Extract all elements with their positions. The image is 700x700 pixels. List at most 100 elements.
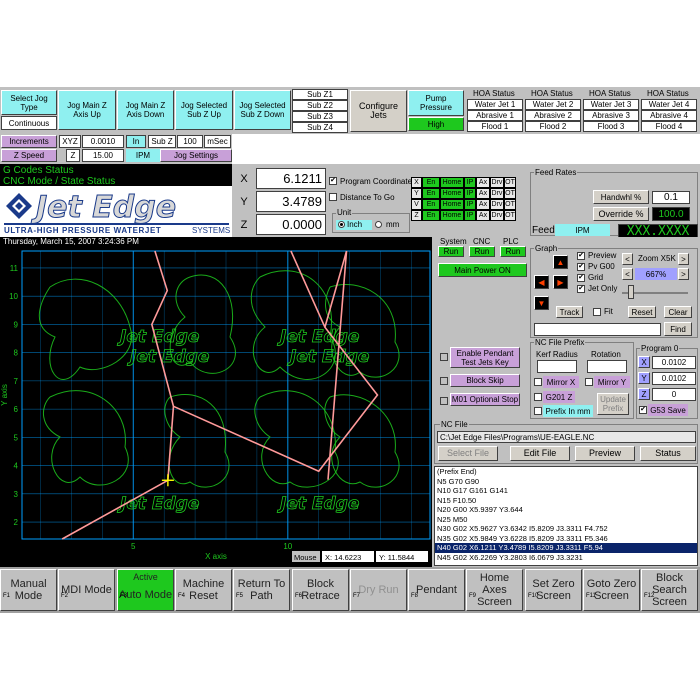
water-jet-button[interactable]: Water Jet 2 xyxy=(525,99,581,110)
program-coordinates-checkbox[interactable]: ✔ xyxy=(329,177,337,185)
rotation-input[interactable] xyxy=(587,360,627,373)
jog-up-arrow[interactable]: ▲ xyxy=(553,255,568,269)
distance-to-go-checkbox[interactable] xyxy=(329,193,337,201)
ipm-button[interactable]: IPM xyxy=(126,149,160,162)
flood-button[interactable]: Flood 4 xyxy=(641,121,697,132)
find-button[interactable]: Find xyxy=(664,322,692,336)
function-key[interactable]: F9 Home Axes Screen xyxy=(466,569,523,611)
enable-pendant-button[interactable]: Enable Pendant Test Jets Key xyxy=(450,347,520,368)
zoom-greater-button[interactable]: > xyxy=(678,253,689,265)
sub-z4-button[interactable]: Sub Z4 xyxy=(292,122,348,133)
z-speed-button[interactable]: Z Speed xyxy=(1,149,57,162)
jog-selected-sub-z-up-button[interactable]: Jog Selected Sub Z Up xyxy=(175,90,233,130)
abrasive-button[interactable]: Abrasive 1 xyxy=(467,110,523,121)
sub-z2-button[interactable]: Sub Z2 xyxy=(292,100,348,111)
function-key[interactable]: F4 Machine Reset xyxy=(175,569,232,611)
configure-jets-button[interactable]: Configure Jets xyxy=(350,90,407,132)
function-key[interactable]: F5 Return To Path xyxy=(233,569,290,611)
nc-code-line[interactable]: N20 G00 X5.9397 Y3.644 xyxy=(435,505,697,515)
subz-increment-input[interactable]: 100 xyxy=(177,135,203,148)
toolpath-plot[interactable]: Jet EdgeJet EdgeJet EdgeJet EdgeJet Edge… xyxy=(0,247,432,567)
handwheel-percent-value[interactable]: 0.1 xyxy=(652,191,690,204)
prefix-mm-checkbox[interactable] xyxy=(534,407,542,415)
grid-checkbox[interactable]: ✔ xyxy=(577,274,585,282)
m01-checkbox[interactable] xyxy=(440,397,448,405)
function-key[interactable]: F1 Manual Mode xyxy=(0,569,57,611)
clear-button[interactable]: Clear xyxy=(664,306,692,318)
block-skip-button[interactable]: Block Skip xyxy=(450,374,520,387)
reset-button[interactable]: Reset xyxy=(628,306,656,318)
block-skip-checkbox[interactable] xyxy=(440,377,448,385)
program0-y-input[interactable]: 0.0102 xyxy=(652,372,696,385)
mirror-y-button[interactable]: Mirror Y xyxy=(594,376,630,388)
function-key[interactable]: F6 Block Retrace xyxy=(292,569,349,611)
z-speed-input[interactable]: 15.00 xyxy=(82,149,124,162)
function-key[interactable]: F11 Goto Zero Screen xyxy=(583,569,640,611)
jog-main-z-up-button[interactable]: Jog Main Z Axis Up xyxy=(58,90,116,130)
nc-code-line[interactable]: N5 G70 G90 xyxy=(435,477,697,487)
jog-settings-button[interactable]: Jog Settings xyxy=(160,149,232,162)
status-button[interactable]: Status xyxy=(640,446,696,461)
enable-pendant-checkbox[interactable] xyxy=(440,353,448,361)
unit-in-button[interactable]: In xyxy=(126,135,146,148)
select-file-button[interactable]: Select File xyxy=(438,446,498,461)
mirror-y-checkbox[interactable] xyxy=(585,378,593,386)
function-key[interactable]: F3 Active Auto Mode xyxy=(117,569,174,611)
nc-code-line[interactable]: N35 G02 X5.9849 Y3.6228 I5.8209 J3.3311 … xyxy=(435,534,697,544)
function-key[interactable]: F7 Dry Run xyxy=(350,569,407,611)
program0-z-button[interactable]: Z xyxy=(638,388,650,400)
g201z-button[interactable]: G201 Z xyxy=(543,391,575,403)
preview-file-button[interactable]: Preview xyxy=(575,446,635,461)
fit-checkbox[interactable] xyxy=(593,308,601,316)
m01-optional-stop-button[interactable]: M01 Optional Stop xyxy=(450,393,520,406)
zoom-inc-button[interactable]: > xyxy=(678,268,689,280)
handwheel-percent-button[interactable]: Handwhl % xyxy=(593,190,649,204)
flood-button[interactable]: Flood 1 xyxy=(467,121,523,132)
nc-code-line[interactable]: N25 M50 xyxy=(435,515,697,525)
water-jet-button[interactable]: Water Jet 4 xyxy=(641,99,697,110)
override-percent-button[interactable]: Override % xyxy=(593,207,649,221)
zoom-slider-thumb[interactable] xyxy=(628,285,634,299)
pump-pressure-button[interactable]: Pump Pressure xyxy=(408,90,464,116)
program0-x-button[interactable]: X xyxy=(638,356,650,368)
jog-down-arrow[interactable]: ▼ xyxy=(534,296,549,310)
nc-code-line[interactable]: N15 F10.50 xyxy=(435,496,697,506)
jog-right-arrow[interactable]: ▶ xyxy=(553,275,568,289)
update-prefix-button[interactable]: Update Prefix xyxy=(597,393,629,415)
g53-save-button[interactable]: G53 Save xyxy=(648,404,688,416)
mm-radio[interactable] xyxy=(375,221,382,228)
water-jet-button[interactable]: Water Jet 1 xyxy=(467,99,523,110)
mirror-x-checkbox[interactable] xyxy=(534,378,542,386)
xyz-increment-input[interactable]: 0.0010 xyxy=(82,135,124,148)
jog-left-arrow[interactable]: ◀ xyxy=(534,275,549,289)
nc-code-line[interactable]: N45 G02 X6.2269 Y3.2803 I6.0679 J3.3231 xyxy=(435,553,697,563)
jet-only-checkbox[interactable]: ✔ xyxy=(577,285,585,293)
function-key[interactable]: F10 Set Zero Screen xyxy=(525,569,582,611)
nc-code-listing[interactable]: (Prefix End) N5 G70 G90 N10 G17 G161 G141 N… xyxy=(434,466,698,566)
jog-main-z-down-button[interactable]: Jog Main Z Axis Down xyxy=(117,90,174,130)
zoom-less-button[interactable]: < xyxy=(622,253,633,265)
nc-code-line[interactable]: N30 G02 X5.9627 Y3.6342 I5.8209 J3.3311 … xyxy=(435,524,697,534)
nc-code-line[interactable]: N40 G02 X6.1211 Y3.4789 I5.8209 J3.3311 … xyxy=(435,543,697,553)
edit-file-button[interactable]: Edit File xyxy=(510,446,570,461)
kerf-radius-input[interactable] xyxy=(537,360,577,373)
jog-selected-sub-z-down-button[interactable]: Jog Selected Sub Z Down xyxy=(234,90,291,130)
function-key[interactable]: F12 Block Search Screen xyxy=(641,569,698,611)
flood-button[interactable]: Flood 2 xyxy=(525,121,581,132)
sub-z1-button[interactable]: Sub Z1 xyxy=(292,89,348,100)
increments-button[interactable]: Increments xyxy=(1,135,57,148)
pv-g00-checkbox[interactable]: ✔ xyxy=(577,263,585,271)
g201z-checkbox[interactable] xyxy=(534,393,542,401)
select-jog-type-button[interactable]: Select Jog Type xyxy=(1,90,57,115)
abrasive-button[interactable]: Abrasive 4 xyxy=(641,110,697,121)
water-jet-button[interactable]: Water Jet 3 xyxy=(583,99,639,110)
function-key[interactable]: F8 Pendant xyxy=(408,569,465,611)
program0-y-button[interactable]: Y xyxy=(638,372,650,384)
jog-type-value[interactable]: Continuous xyxy=(1,116,57,130)
function-key[interactable]: F2 MDI Mode xyxy=(58,569,115,611)
program0-x-input[interactable]: 0.0102 xyxy=(652,356,696,369)
program0-z-input[interactable]: 0 xyxy=(652,388,696,401)
preview-checkbox[interactable]: ✔ xyxy=(577,252,585,260)
track-button[interactable]: Track xyxy=(556,306,583,318)
prefix-mm-button[interactable]: Prefix In mm xyxy=(543,405,593,417)
